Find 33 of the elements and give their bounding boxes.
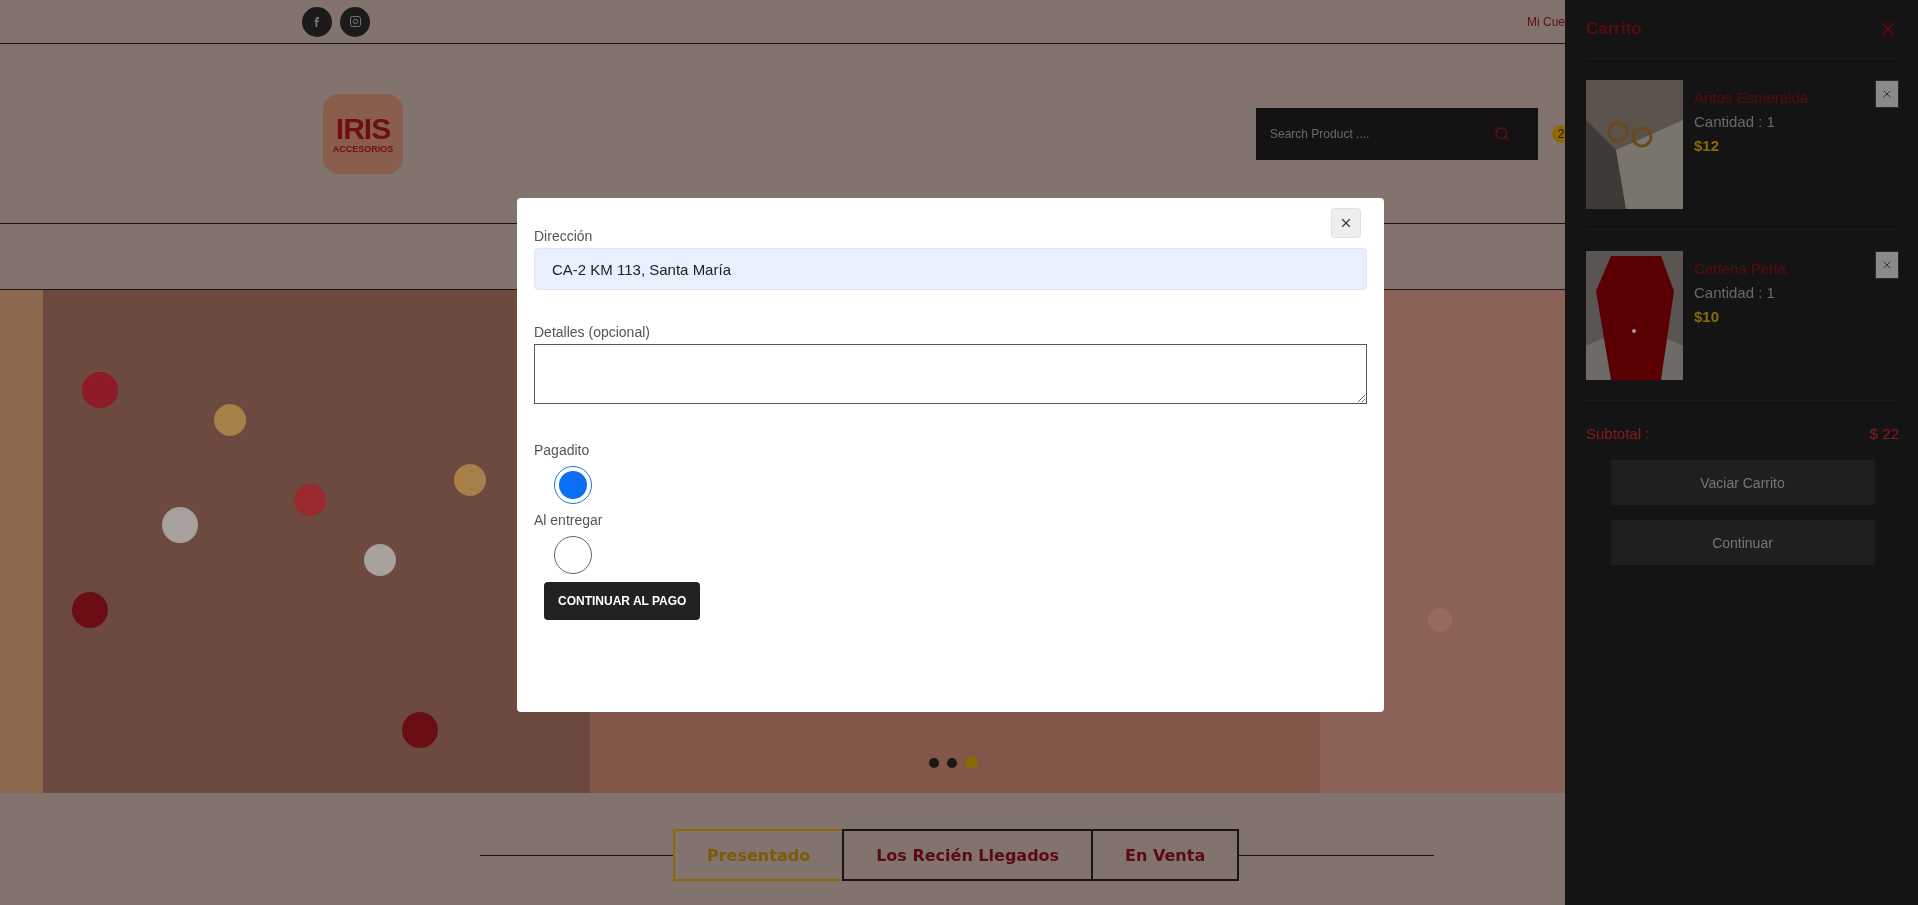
account-link[interactable]: Mi Cue — [1527, 14, 1565, 29]
address-field[interactable]: CA-2 KM 113, Santa María — [534, 248, 1367, 290]
remove-button[interactable] — [1875, 80, 1899, 108]
facebook-icon[interactable] — [302, 6, 332, 37]
carousel-dot[interactable] — [947, 757, 957, 768]
field-label: Dirección — [534, 228, 594, 244]
logo-title: IRIS — [335, 113, 391, 144]
carousel-dot[interactable] — [929, 757, 939, 768]
payment-option-label: Al entregar — [534, 512, 604, 528]
logo[interactable]: IRIS ACCESORIOS — [323, 93, 403, 174]
instagram-icon[interactable] — [340, 6, 370, 37]
details-field[interactable] — [534, 344, 1367, 404]
product-price: $10 — [1694, 308, 1721, 325]
tab[interactable]: En Venta — [1091, 829, 1240, 881]
search-field[interactable]: Search Product .... — [1268, 125, 1494, 142]
continue-to-payment-button[interactable]: CONTINUAR AL PAGO — [544, 582, 701, 620]
payment-option-label: Pagadito — [534, 442, 591, 458]
remove-button[interactable] — [1875, 251, 1899, 279]
product-quantity: Cantidad : 1 — [1694, 284, 1776, 301]
cart-button[interactable]: Continuar — [1610, 520, 1875, 565]
close-icon — [1339, 216, 1353, 230]
product-price: $12 — [1694, 137, 1721, 154]
cart-button[interactable]: Vaciar Carrito — [1610, 460, 1875, 505]
close-button[interactable] — [1331, 208, 1361, 238]
close-icon — [1881, 88, 1893, 100]
close-icon — [1881, 259, 1893, 271]
subtotal-label: Subtotal : — [1586, 425, 1650, 442]
product-quantity: Cantidad : 1 — [1694, 113, 1776, 130]
cart-title: Carrito — [1586, 19, 1642, 39]
field-label: Detalles (opcional) — [534, 324, 651, 340]
tab[interactable]: Los Recién Llegados — [842, 829, 1094, 881]
logo-subtitle: ACCESORIOS — [332, 143, 394, 154]
subtotal-value: $ 22 — [1869, 425, 1899, 442]
